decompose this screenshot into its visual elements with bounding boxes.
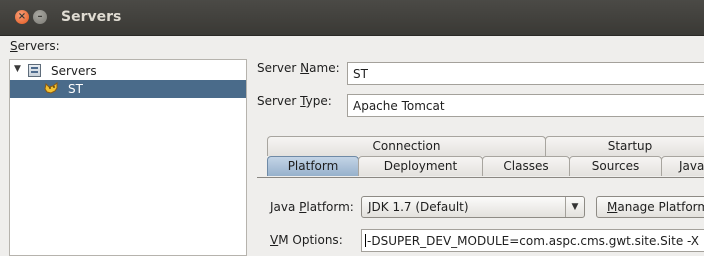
tree-item-label: Servers bbox=[51, 64, 97, 78]
chevron-down-icon[interactable]: ▼ bbox=[565, 197, 584, 217]
java-platform-value: JDK 1.7 (Default) bbox=[368, 200, 469, 214]
tab-startup[interactable]: Startup bbox=[545, 136, 704, 156]
servers-label: Servers: bbox=[10, 39, 60, 53]
server-name-field[interactable]: ST bbox=[347, 62, 704, 85]
java-platform-select[interactable]: JDK 1.7 (Default) ▼ bbox=[361, 196, 585, 218]
tomcat-icon bbox=[44, 82, 58, 94]
tree-item-label: ST bbox=[68, 82, 83, 96]
tab-connection[interactable]: Connection bbox=[267, 136, 546, 156]
tab-sources[interactable]: Sources bbox=[569, 156, 662, 176]
server-type-field: Apache Tomcat bbox=[347, 94, 704, 117]
minimize-window-icon[interactable]: – bbox=[33, 10, 47, 24]
title-bar[interactable]: × – Servers bbox=[0, 0, 704, 36]
vm-options-value: -DSUPER_DEV_MODULE=com.aspc.cms.gwt.site… bbox=[367, 234, 699, 248]
expand-arrow-icon[interactable]: ▼ bbox=[14, 64, 21, 74]
servers-tree[interactable]: ▼ Servers ST bbox=[9, 59, 247, 256]
tree-item-st[interactable]: ST bbox=[10, 80, 246, 98]
vm-options-label: VM Options: bbox=[270, 233, 343, 247]
tab-divider bbox=[257, 177, 704, 178]
manage-platforms-button[interactable]: Manage Platform bbox=[596, 196, 704, 218]
window-title: Servers bbox=[61, 9, 122, 25]
tab-platform[interactable]: Platform bbox=[267, 156, 359, 176]
text-caret bbox=[365, 234, 366, 247]
tab-deployment[interactable]: Deployment bbox=[358, 156, 483, 176]
server-name-label: Server Name: bbox=[257, 61, 340, 75]
vm-options-field[interactable]: -DSUPER_DEV_MODULE=com.aspc.cms.gwt.site… bbox=[361, 229, 704, 252]
java-platform-label: Java Platform: bbox=[270, 200, 354, 214]
tree-item-servers[interactable]: ▼ Servers bbox=[10, 62, 246, 80]
tab-java[interactable]: Java bbox=[661, 156, 704, 176]
server-group-icon bbox=[28, 64, 41, 77]
server-type-label: Server Type: bbox=[257, 94, 332, 108]
tab-classes[interactable]: Classes bbox=[482, 156, 570, 176]
close-window-icon[interactable]: × bbox=[15, 10, 29, 24]
